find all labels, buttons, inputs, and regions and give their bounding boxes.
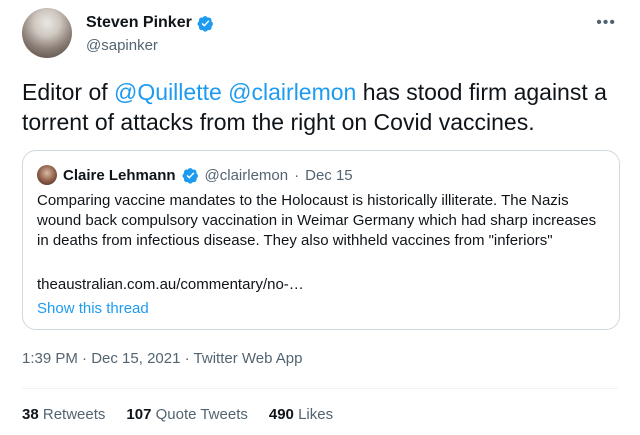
verified-badge-icon [197,15,213,32]
quoted-tweet-header: Claire Lehmann @clairlemon · Dec 15 [37,165,353,185]
quoted-date[interactable]: Dec 15 [305,167,353,184]
mention-link[interactable]: @clairlemon [228,79,356,105]
retweets-stat[interactable]: 38 Retweets [22,406,105,423]
tweet-timestamp: 1:39 PM · Dec 15, 2021 · Twitter Web App [22,350,302,367]
divider [22,388,618,389]
tweet-date[interactable]: Dec 15, 2021 [91,350,180,367]
quoted-tweet-link[interactable]: theaustralian.com.au/commentary/no-… [37,276,304,293]
author-block: Steven Pinker @sapinker [86,14,214,54]
tweet-time[interactable]: 1:39 PM [22,350,78,367]
tweet-stats: 38 Retweets 107 Quote Tweets 490 Likes [22,406,333,423]
retweets-label: Retweets [42,406,106,423]
likes-stat[interactable]: 490 Likes [269,406,333,423]
meta-separator: · [294,166,300,184]
verified-badge-icon [182,167,198,184]
mention-link[interactable]: @Quillette [114,79,222,105]
tweet-text: Editor of @Quillette @clairlemon has sto… [22,77,622,137]
more-options-icon[interactable]: ••• [596,14,616,32]
quoted-author-handle[interactable]: @clairlemon [205,167,289,184]
author-handle[interactable]: @sapinker [86,37,214,54]
quote-tweets-stat[interactable]: 107 Quote Tweets [126,406,247,423]
meta-separator: · [82,350,88,367]
likes-count: 490 [268,406,294,423]
author-name[interactable]: Steven Pinker [86,14,192,32]
author-avatar[interactable] [22,8,72,58]
quoted-tweet-card[interactable]: Claire Lehmann @clairlemon · Dec 15 Comp… [22,150,620,330]
quoted-tweet-text: Comparing vaccine mandates to the Holoca… [37,192,597,249]
show-thread-link[interactable]: Show this thread [37,300,149,317]
retweets-count: 38 [22,406,39,423]
meta-separator: · [184,350,190,367]
quote-tweets-label: Quote Tweets [155,406,248,423]
tweet-text-part: Editor of [22,79,115,105]
quoted-author-avatar[interactable] [37,165,57,185]
likes-label: Likes [298,406,334,423]
author-name-row[interactable]: Steven Pinker [86,14,214,32]
quote-tweets-count: 107 [126,406,152,423]
tweet-source[interactable]: Twitter Web App [194,350,303,367]
quoted-author-name[interactable]: Claire Lehmann [63,167,176,184]
